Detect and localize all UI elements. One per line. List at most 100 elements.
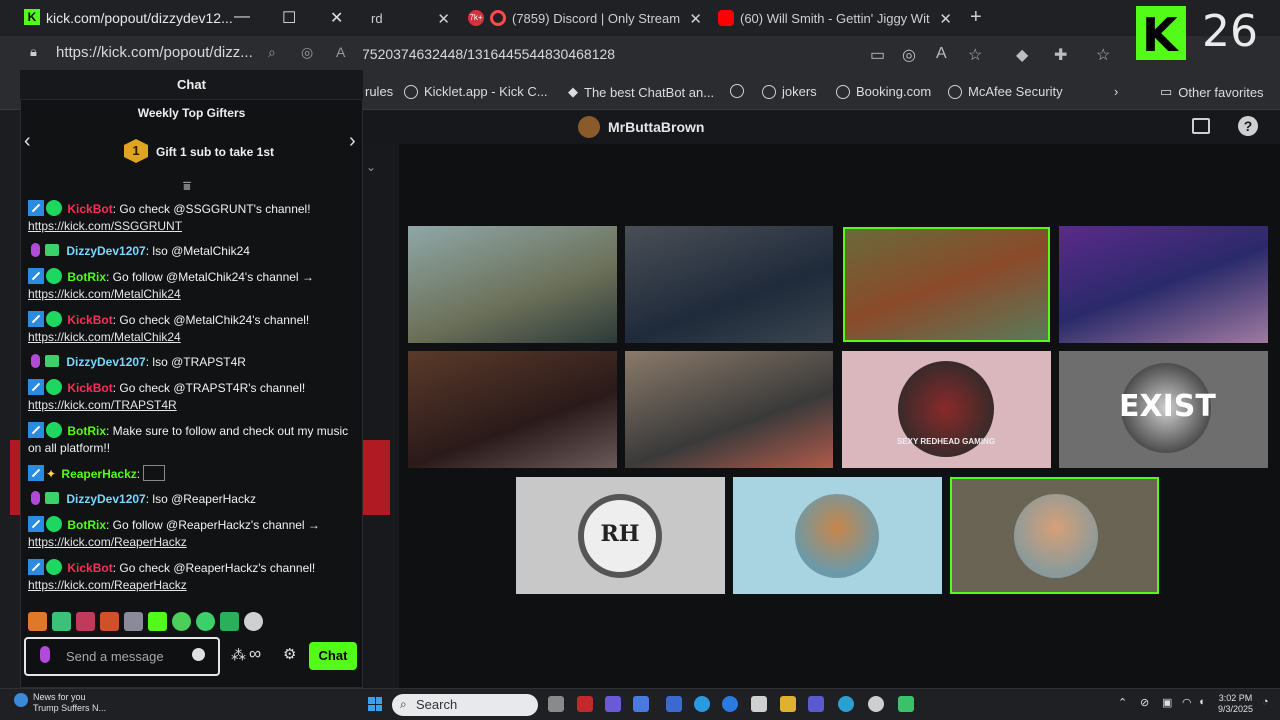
video-tile-active[interactable] (843, 227, 1050, 342)
username[interactable]: BotRix (67, 424, 106, 438)
video-tile-active[interactable] (950, 477, 1159, 594)
mute-icon[interactable]: ⊘ (1140, 696, 1149, 709)
video-tile[interactable] (1059, 226, 1268, 343)
emote-icon[interactable] (196, 612, 215, 631)
avatar[interactable] (578, 116, 600, 138)
chevron-right-icon[interactable]: › (349, 130, 356, 153)
emote-icon[interactable] (172, 612, 191, 631)
network-icon[interactable]: ▣ (1162, 696, 1172, 709)
username[interactable]: ReaperHackz (61, 467, 136, 481)
chevron-left-icon[interactable]: ‹ (24, 130, 31, 153)
chevron-down-icon[interactable]: ⌄ (366, 160, 376, 174)
message-link[interactable]: https://kick.com/ReaperHackz (28, 535, 187, 549)
username[interactable]: KickBot (67, 561, 112, 575)
chat-send-button[interactable]: Chat (309, 642, 357, 670)
extension-icon[interactable]: ◆ (1016, 45, 1028, 65)
popout-url[interactable]: https://kick.com/popout/dizz... (56, 44, 253, 61)
video-tile[interactable]: SEXY REDHEAD GAMING (842, 351, 1051, 468)
username[interactable]: BotRix (67, 518, 106, 532)
bookmark-rules[interactable]: rules (365, 84, 393, 99)
tracking-icon[interactable]: ◎ (301, 44, 313, 61)
infinity-icon[interactable]: ∞ (249, 644, 261, 664)
username[interactable]: DizzyDev1207 (66, 355, 145, 369)
app-icon[interactable] (666, 696, 682, 712)
screen-share-icon[interactable] (1192, 118, 1210, 134)
chevron-right-icon[interactable]: › (1114, 84, 1118, 99)
username[interactable]: KickBot (67, 381, 112, 395)
taskbar-clock[interactable]: 3:02 PM 9/3/2025 (1218, 693, 1253, 715)
wifi-icon[interactable]: ◠ (1182, 696, 1192, 709)
favorites-icon[interactable]: ☆ (1096, 45, 1110, 65)
tab-dashboard[interactable]: rd ✕ (363, 4, 456, 32)
new-tab-icon[interactable]: + (970, 6, 982, 29)
collapse-icon[interactable]: ⩸ (183, 178, 191, 194)
video-tile[interactable] (408, 226, 617, 343)
username[interactable]: DizzyDev1207 (66, 492, 145, 506)
message-link[interactable]: https://kick.com/MetalChik24 (28, 287, 181, 301)
chevron-up-icon[interactable]: ⌃ (1118, 696, 1127, 709)
read-aloud-icon[interactable]: A (336, 44, 345, 60)
username[interactable]: DizzyDev1207 (66, 244, 145, 258)
notification-icon[interactable]: ◔ (1262, 696, 1269, 708)
emote-icon[interactable] (244, 612, 263, 631)
minimize-icon[interactable]: — (234, 8, 250, 26)
app-icon[interactable] (694, 696, 710, 712)
chat-message-input[interactable] (66, 645, 186, 667)
emote-icon[interactable] (76, 612, 95, 631)
gear-icon[interactable]: ⚙ (283, 645, 296, 663)
bookmark-chatbot[interactable]: ◆ The best ChatBot an... (568, 84, 714, 100)
video-tile[interactable] (408, 351, 617, 468)
video-tile[interactable]: EXIST (1059, 351, 1268, 468)
star-icon[interactable]: ☆ (968, 45, 982, 65)
close-icon[interactable]: ✕ (939, 10, 952, 28)
username[interactable]: KickBot (67, 313, 112, 327)
taskbar-search[interactable]: Search (392, 694, 538, 716)
task-view-icon[interactable] (548, 696, 564, 712)
bookmark-booking[interactable]: Booking.com (836, 84, 931, 99)
puzzle-icon[interactable]: ✚ (1054, 45, 1067, 65)
app-icon[interactable] (633, 696, 649, 712)
zoom-icon[interactable]: ⌕ (268, 44, 276, 61)
video-tile[interactable] (625, 351, 833, 468)
emote-icon[interactable] (124, 612, 143, 631)
zoom-app-icon[interactable] (722, 696, 738, 712)
emote-icon[interactable] (52, 612, 71, 631)
copilot-icon[interactable] (605, 696, 621, 712)
url-text[interactable]: 7520374632448/1316445544830468128 (362, 46, 615, 62)
bookmark-jokers[interactable]: jokers (762, 84, 817, 99)
mic-icon[interactable] (40, 646, 50, 663)
close-icon[interactable]: ✕ (689, 10, 702, 28)
tracking-icon[interactable]: ◎ (902, 45, 916, 65)
read-aloud-icon[interactable]: A (936, 45, 947, 63)
screen-icon[interactable]: ▭ (870, 45, 885, 65)
message-link[interactable]: https://kick.com/MetalChik24 (28, 330, 181, 344)
store-icon[interactable] (751, 696, 767, 712)
tab-youtube[interactable]: (60) Will Smith - Gettin' Jiggy Wit ✕ (710, 4, 958, 32)
bookmark-globe[interactable] (730, 84, 744, 98)
close-icon[interactable]: ✕ (330, 8, 343, 28)
news-widget[interactable]: News for you Trump Suffers N... (33, 692, 106, 714)
help-icon[interactable]: ? (1238, 116, 1258, 136)
message-link[interactable]: https://kick.com/ReaperHackz (28, 578, 187, 592)
emote-icon[interactable] (148, 612, 167, 631)
edge-icon[interactable] (838, 696, 854, 712)
mcafee-icon[interactable] (577, 696, 593, 712)
maximize-icon[interactable]: ☐ (282, 8, 296, 28)
bookmark-mcafee[interactable]: McAfee Security (948, 84, 1063, 99)
app-icon[interactable] (898, 696, 914, 712)
tab-discord[interactable]: 7k+ (7859) Discord | Only Stream ✕ (460, 4, 708, 32)
volume-icon[interactable]: ◖ (1198, 696, 1205, 708)
share-icon[interactable]: ⁂ (231, 646, 246, 664)
username[interactable]: KickBot (67, 202, 112, 216)
video-tile[interactable] (733, 477, 942, 594)
emote-icon[interactable] (220, 612, 239, 631)
teams-icon[interactable] (808, 696, 824, 712)
username[interactable]: BotRix (67, 270, 106, 284)
streamer-name[interactable]: MrButtaBrown (608, 119, 704, 135)
video-tile[interactable] (625, 226, 833, 343)
video-tile[interactable]: RH (516, 477, 725, 594)
emote-icon[interactable] (100, 612, 119, 631)
emote-icon[interactable] (28, 612, 47, 631)
message-link[interactable]: https://kick.com/TRAPST4R (28, 398, 177, 412)
message-link[interactable]: https://kick.com/SSGGRUNT (28, 219, 182, 233)
